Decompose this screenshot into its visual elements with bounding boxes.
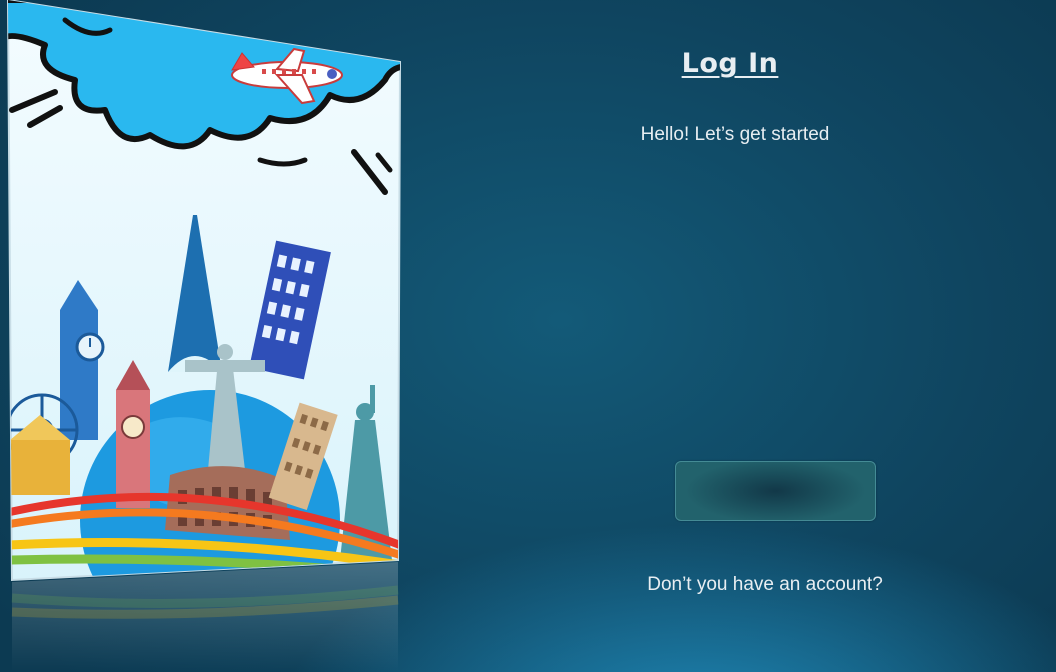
- welcome-subtitle: Hello! Let’s get started: [640, 124, 830, 145]
- login-button[interactable]: [675, 461, 876, 521]
- travel-poster-illustration: [6, 0, 402, 672]
- login-title: Log In: [681, 48, 779, 79]
- big-ben-pink: [116, 360, 150, 508]
- travel-poster-image: [0, 0, 410, 672]
- signup-link[interactable]: Don’t you have an account?: [620, 574, 910, 596]
